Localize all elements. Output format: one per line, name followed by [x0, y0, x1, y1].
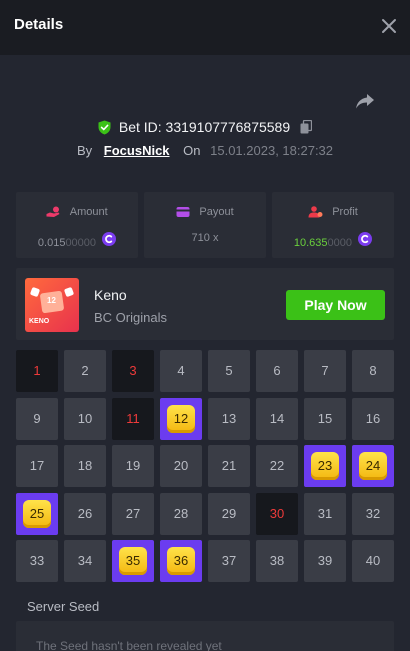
keno-thumbnail[interactable]: 12 KENO [25, 278, 79, 332]
profit-card: Profit 10.6350000 [272, 192, 394, 258]
profit-value: 10.6350000 [272, 232, 394, 249]
keno-cell: 27 [112, 492, 154, 535]
profit-label: Profit [332, 206, 358, 218]
amount-value-trailing: 00000 [65, 237, 97, 250]
keno-cell-hit: 35 [112, 540, 154, 582]
keno-cell: 18 [64, 445, 106, 487]
payout-card: Payout 710 x [144, 192, 266, 258]
keno-cell: 17 [16, 445, 58, 487]
gem-number: 36 [167, 547, 195, 575]
by-label: By [76, 143, 93, 158]
keno-cell: 31 [304, 492, 346, 535]
bcd-coin-icon [358, 232, 373, 246]
close-icon[interactable] [380, 17, 398, 35]
keno-cell-hit: 36 [160, 540, 202, 582]
keno-cell-hit: 24 [352, 445, 394, 487]
keno-cell: 29 [208, 492, 250, 535]
bet-id-row: Bet ID: 3319107776875589 [0, 118, 410, 136]
bet-date: 15.01.2023, 18:27:32 [210, 143, 334, 158]
keno-cell: 9 [16, 397, 58, 440]
keno-cell: 37 [208, 540, 250, 582]
keno-cell: 6 [256, 350, 298, 392]
keno-cell-miss: 1 [16, 350, 58, 392]
keno-cell: 20 [160, 445, 202, 487]
wallet-icon [176, 207, 190, 218]
keno-cell: 40 [352, 540, 394, 582]
keno-cell-miss: 11 [112, 397, 154, 440]
amount-value: 0.01500000 [16, 232, 138, 249]
bet-author-row: By FocusNick On 15.01.2023, 18:27:32 [0, 143, 410, 158]
copy-icon[interactable] [300, 120, 313, 134]
server-seed-title: Server Seed [27, 599, 100, 614]
amount-card: Amount 0.01500000 [16, 192, 138, 258]
keno-cell-hit: 25 [16, 492, 58, 535]
game-card: 12 KENO Keno BC Originals Play Now [16, 268, 394, 340]
keno-cell: 8 [352, 350, 394, 392]
keno-cell: 10 [64, 397, 106, 440]
gem-number: 35 [119, 547, 147, 575]
payout-value: 710 x [144, 232, 266, 244]
keno-cell: 38 [256, 540, 298, 582]
keno-cell-hit: 12 [160, 397, 202, 440]
thumbnail-number: 12 [47, 296, 56, 305]
gem-number: 24 [359, 452, 387, 480]
keno-cell: 21 [208, 445, 250, 487]
shield-check-icon [98, 120, 111, 135]
gem-number: 23 [311, 452, 339, 480]
gem-number: 12 [167, 404, 195, 433]
page-title: Details [14, 16, 64, 33]
gem-number: 25 [23, 499, 51, 528]
keno-cell: 15 [304, 397, 346, 440]
bcd-coin-icon [102, 232, 117, 246]
thumbnail-label: KENO [29, 318, 50, 325]
keno-cell: 28 [160, 492, 202, 535]
details-header: Details [0, 0, 410, 55]
keno-cell: 34 [64, 540, 106, 582]
on-label: On [183, 143, 201, 158]
keno-cell-hit: 23 [304, 445, 346, 487]
user-link[interactable]: FocusNick [104, 143, 170, 158]
keno-cell: 13 [208, 397, 250, 440]
keno-cell: 33 [16, 540, 58, 582]
game-provider: BC Originals [94, 310, 167, 325]
server-seed-box: The Seed hasn't been revealed yet [16, 621, 394, 651]
bet-id: Bet ID: 3319107776875589 [118, 119, 291, 136]
payout-label-row: Payout [144, 206, 266, 218]
profit-value-trailing: 0000 [327, 237, 353, 250]
payout-label: Payout [199, 206, 234, 218]
keno-cell: 7 [304, 350, 346, 392]
keno-cell: 22 [256, 445, 298, 487]
keno-cell: 4 [160, 350, 202, 392]
server-seed-text: The Seed hasn't been revealed yet [36, 639, 222, 651]
amount-value-main: 0.015 [37, 237, 66, 250]
keno-cell: 19 [112, 445, 154, 487]
dice-icon [63, 286, 75, 298]
keno-cell: 32 [352, 492, 394, 535]
keno-cell: 14 [256, 397, 298, 440]
profit-user-icon [308, 206, 323, 218]
game-name: Keno [94, 287, 127, 303]
profit-label-row: Profit [272, 206, 394, 218]
amount-label: Amount [69, 206, 108, 218]
keno-cell: 16 [352, 397, 394, 440]
hand-coin-icon [46, 206, 60, 218]
keno-cell: 39 [304, 540, 346, 582]
keno-cell: 26 [64, 492, 106, 535]
play-now-button[interactable]: Play Now [286, 290, 385, 320]
payout-value-text: 710 x [191, 232, 219, 245]
profit-value-main: 10.635 [293, 237, 328, 250]
dice-icon [29, 286, 41, 298]
keno-cell: 2 [64, 350, 106, 392]
keno-cell-miss: 3 [112, 350, 154, 392]
keno-cell-miss: 30 [256, 492, 298, 535]
keno-cell: 5 [208, 350, 250, 392]
amount-label-row: Amount [16, 206, 138, 218]
share-icon[interactable] [355, 92, 375, 110]
